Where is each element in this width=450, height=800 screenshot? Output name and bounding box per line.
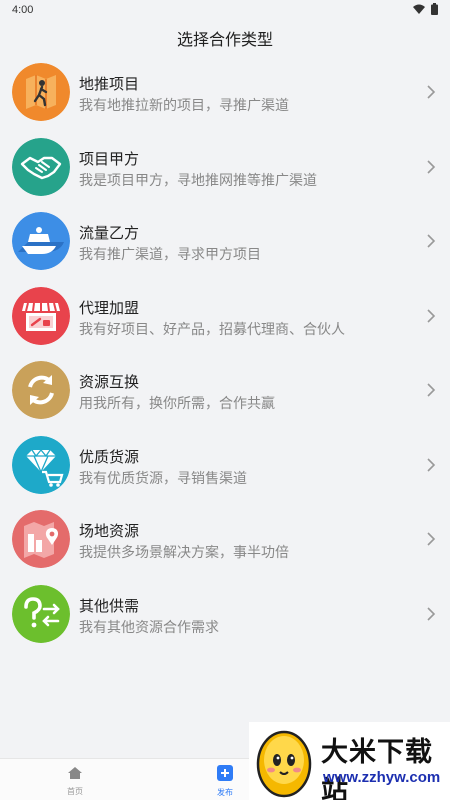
item-desc: 我是项目甲方，寻地推网推等推广渠道 xyxy=(79,172,317,189)
item-desc: 我有推广渠道，寻求甲方项目 xyxy=(79,247,261,263)
item-desc: 用我所有，换你所需，合作共赢 xyxy=(79,396,275,412)
handshake-icon xyxy=(12,137,70,196)
map-walker-icon xyxy=(12,63,70,121)
venue-map-icon xyxy=(12,510,70,568)
watermark: 大米下载站 www.zzhyw.com xyxy=(249,722,450,800)
item-desc: 我有其他资源合作需求 xyxy=(79,619,219,636)
watermark-name: 大米下载站 xyxy=(321,737,433,800)
item-title: 优质货源 xyxy=(79,447,140,466)
chevron-right-icon xyxy=(427,532,436,546)
wifi-icon xyxy=(413,4,425,14)
list-item-resource-exchange[interactable]: 资源互换 用我所有，换你所需，合作共赢 xyxy=(0,356,450,431)
cooperation-type-list: 地推项目 我有地推拉新的项目，寻推广渠道 项目甲方 我是项目甲方，寻地推网推等推… xyxy=(0,58,450,654)
question-arrows-icon xyxy=(12,584,70,643)
chevron-right-icon xyxy=(427,606,436,621)
item-desc: 我有优质货源，寻销售渠道 xyxy=(79,470,247,487)
item-title: 地推项目 xyxy=(79,75,140,93)
watermark-url: www.zzhyw.com xyxy=(323,769,441,786)
status-time: 4:00 xyxy=(12,4,34,16)
list-item-agency-franchise[interactable]: 代理加盟 我有好项目、好产品，招募代理商、合伙人 xyxy=(0,282,450,357)
shop-icon xyxy=(12,286,70,345)
item-title: 流量乙方 xyxy=(79,224,140,242)
list-item-venue-resources[interactable]: 场地资源 我提供多场景解决方案，事半功倍 xyxy=(0,505,450,580)
list-item-quality-supply[interactable]: 优质货源 我有优质货源，寻销售渠道 xyxy=(0,431,450,506)
chevron-right-icon xyxy=(427,159,436,174)
list-item-project-owner[interactable]: 项目甲方 我是项目甲方，寻地推网推等推广渠道 xyxy=(0,133,450,208)
page-title: 选择合作类型 xyxy=(0,22,450,58)
battery-icon xyxy=(431,3,438,15)
tab-home-label: 首页 xyxy=(67,787,83,796)
tab-home[interactable]: 首页 xyxy=(55,765,95,797)
tab-publish-label: 发布 xyxy=(217,788,233,797)
chevron-right-icon xyxy=(427,383,436,397)
boat-icon xyxy=(12,212,70,270)
chevron-right-icon xyxy=(427,234,436,248)
add-icon xyxy=(217,765,233,781)
tab-publish[interactable]: 发布 xyxy=(205,765,245,798)
item-title: 场地资源 xyxy=(79,522,140,540)
list-item-ground-promotion[interactable]: 地推项目 我有地推拉新的项目，寻推广渠道 xyxy=(0,58,450,133)
item-title: 代理加盟 xyxy=(79,298,140,317)
diamond-cart-icon xyxy=(12,435,70,494)
status-bar: 4:00 xyxy=(0,0,450,22)
item-title: 资源互换 xyxy=(79,373,140,391)
egg-mascot-icon xyxy=(256,730,312,798)
item-title: 其他供需 xyxy=(79,596,140,615)
status-icons xyxy=(413,3,438,15)
item-title: 项目甲方 xyxy=(79,149,140,168)
item-desc: 我有好项目、好产品，招募代理商、合伙人 xyxy=(79,321,345,338)
home-icon xyxy=(68,767,82,779)
item-desc: 我有地推拉新的项目，寻推广渠道 xyxy=(79,98,289,114)
chevron-right-icon xyxy=(427,457,436,472)
list-item-other-needs[interactable]: 其他供需 我有其他资源合作需求 xyxy=(0,580,450,655)
chevron-right-icon xyxy=(427,308,436,323)
exchange-icon xyxy=(12,361,70,419)
list-item-traffic-party[interactable]: 流量乙方 我有推广渠道，寻求甲方项目 xyxy=(0,207,450,282)
chevron-right-icon xyxy=(427,85,436,99)
item-desc: 我提供多场景解决方案，事半功倍 xyxy=(79,545,289,561)
